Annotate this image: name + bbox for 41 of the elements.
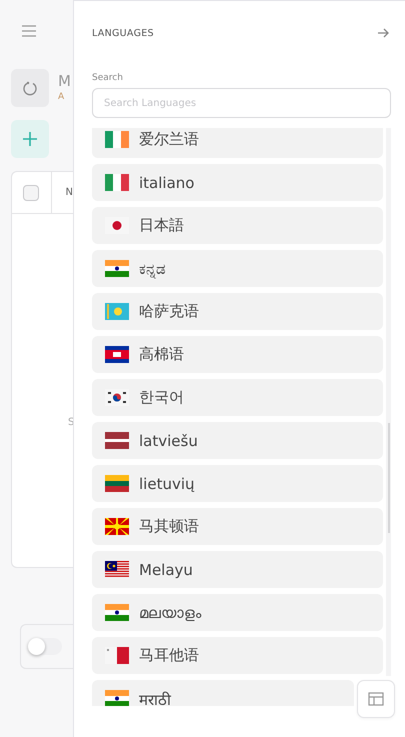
flag-icon bbox=[105, 432, 129, 449]
column-header: N bbox=[66, 187, 73, 198]
flag-icon bbox=[105, 346, 129, 363]
flag-icon bbox=[105, 647, 129, 664]
toggle-switch[interactable] bbox=[28, 638, 62, 655]
language-item[interactable]: 日本語 bbox=[92, 207, 383, 244]
language-item[interactable]: 爱尔兰语 bbox=[92, 128, 383, 158]
flag-icon bbox=[105, 131, 129, 148]
flag-icon bbox=[105, 690, 129, 706]
language-item[interactable]: 马其顿语 bbox=[92, 508, 383, 545]
scrollbar[interactable] bbox=[386, 128, 391, 676]
loading-icon bbox=[22, 80, 38, 96]
layout-icon bbox=[368, 692, 384, 706]
language-item[interactable]: lietuvių bbox=[92, 465, 383, 502]
flag-icon bbox=[105, 260, 129, 277]
plus-icon bbox=[22, 131, 38, 147]
drawer-title: LANGUAGES bbox=[92, 28, 154, 38]
profile-name: M bbox=[58, 73, 71, 90]
language-item[interactable]: Melayu bbox=[92, 551, 383, 588]
flag-icon bbox=[105, 561, 129, 578]
search-field[interactable]: Search Languages bbox=[92, 88, 391, 118]
profile-subtitle: A bbox=[58, 92, 66, 103]
language-item[interactable]: ಕನ್ನಡ bbox=[92, 250, 383, 287]
language-item[interactable]: മലയാളം bbox=[92, 594, 383, 631]
language-item[interactable]: latviešu bbox=[92, 422, 383, 459]
layout-button[interactable] bbox=[357, 680, 395, 718]
flag-icon bbox=[105, 604, 129, 621]
language-item[interactable]: italiano bbox=[92, 164, 383, 201]
language-item[interactable]: मराठी bbox=[92, 680, 354, 706]
flag-icon bbox=[105, 389, 129, 406]
flag-icon bbox=[105, 303, 129, 320]
flag-icon bbox=[105, 518, 129, 535]
language-item[interactable]: 한국어 bbox=[92, 379, 383, 416]
flag-icon bbox=[105, 475, 129, 492]
flag-icon bbox=[105, 174, 129, 191]
select-all-checkbox[interactable] bbox=[23, 184, 40, 200]
language-item[interactable]: 马耳他语 bbox=[92, 637, 383, 674]
search-label: Search bbox=[92, 73, 124, 83]
language-item[interactable]: 哈萨克语 bbox=[92, 293, 383, 330]
add-button[interactable] bbox=[11, 120, 49, 158]
language-item[interactable]: 高棉语 bbox=[92, 336, 383, 373]
